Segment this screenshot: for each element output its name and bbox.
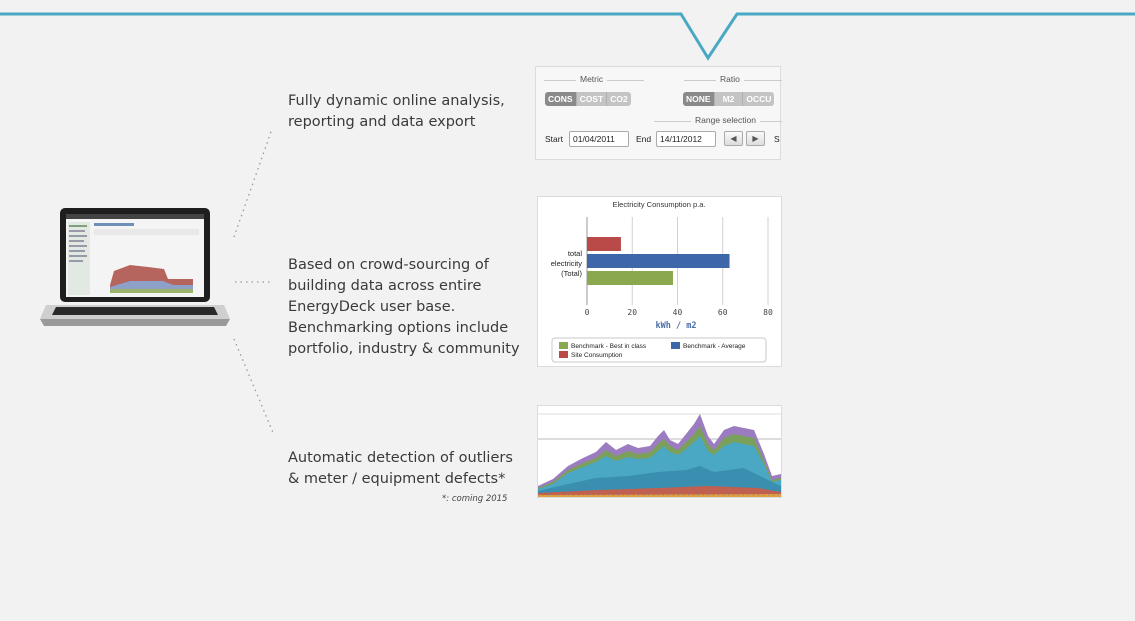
triangle-left-icon: ◀ bbox=[730, 134, 737, 143]
dotted-connectors bbox=[233, 128, 275, 436]
legend-swatch-average bbox=[671, 342, 680, 349]
start-date-input[interactable]: 01/04/2011 bbox=[569, 131, 629, 147]
x-tick-label: 80 bbox=[763, 308, 773, 317]
outlier-stacked-area-panel bbox=[537, 405, 782, 498]
triangle-right-icon: ▶ bbox=[752, 134, 759, 143]
bar-benchmark-average bbox=[587, 254, 730, 268]
metric-label: Metric bbox=[576, 74, 608, 84]
bar-site-consumption bbox=[587, 237, 621, 251]
bar-benchmark-best-in-class bbox=[587, 271, 673, 285]
range-selection-label: Range selection bbox=[691, 115, 760, 125]
x-tick-label: 40 bbox=[673, 308, 683, 317]
x-tick-label: 0 bbox=[585, 308, 590, 317]
laptop-illustration bbox=[40, 208, 230, 326]
metric-toggle-group: CONS COST CO2 bbox=[545, 92, 631, 106]
benchmark-chart-panel: Electricity Consumption p.a. 0 20 40 60 80 t… bbox=[537, 196, 782, 367]
end-date-input[interactable]: 14/11/2012 bbox=[656, 131, 716, 147]
benchmark-bar-chart: Electricity Consumption p.a. 0 20 40 60 80 t… bbox=[551, 200, 773, 363]
legend-label-best: Benchmark - Best in class bbox=[571, 343, 647, 350]
feature-line: Automatic detection of outliers bbox=[288, 450, 513, 466]
metric-cost-button[interactable]: COST bbox=[576, 92, 608, 106]
legend-swatch-best bbox=[559, 342, 568, 349]
feature-benchmarking: Based on crowd-sourcing of building data… bbox=[288, 255, 520, 360]
feature-line: Based on crowd-sourcing of bbox=[288, 257, 489, 273]
x-tick-label: 20 bbox=[627, 308, 637, 317]
ratio-occu-button[interactable]: OCCU bbox=[743, 92, 775, 106]
range-next-button[interactable]: ▶ bbox=[746, 131, 765, 146]
x-tick-label: 60 bbox=[718, 308, 728, 317]
coming-soon-footnote: *: coming 2015 bbox=[442, 494, 508, 504]
stacked-area-chart bbox=[538, 413, 781, 497]
ratio-none-button[interactable]: NONE bbox=[683, 92, 715, 106]
metric-cons-button[interactable]: CONS bbox=[545, 92, 577, 106]
feature-line: building data across entire bbox=[288, 278, 482, 294]
feature-line: Benchmarking options include bbox=[288, 320, 509, 336]
feature-line: EnergyDeck user base. bbox=[288, 299, 456, 315]
range-prev-button[interactable]: ◀ bbox=[724, 131, 743, 146]
category-label-line: (Total) bbox=[561, 269, 582, 278]
ratio-m2-button[interactable]: M2 bbox=[714, 92, 744, 106]
legend-swatch-site bbox=[559, 351, 568, 358]
feature-line: reporting and data export bbox=[288, 114, 476, 130]
ratio-toggle-group: NONE M2 OCCU bbox=[683, 92, 775, 106]
feature-dynamic-analysis: Fully dynamic online analysis, reporting… bbox=[288, 91, 505, 133]
chart-title: Electricity Consumption p.a. bbox=[613, 200, 706, 209]
start-label: Start bbox=[545, 134, 563, 144]
metric-co2-button[interactable]: CO2 bbox=[607, 92, 631, 106]
top-accent-line bbox=[0, 12, 1135, 61]
end-label: End bbox=[636, 134, 652, 144]
legend-label-site: Site Consumption bbox=[571, 352, 623, 359]
truncated-label: S bbox=[774, 134, 780, 144]
feature-outlier-detection: Automatic detection of outliers & meter … bbox=[288, 448, 513, 490]
feature-line: Fully dynamic online analysis, bbox=[288, 93, 505, 109]
x-axis-label: kWh / m2 bbox=[656, 321, 697, 331]
ratio-label: Ratio bbox=[716, 74, 744, 84]
feature-line: portfolio, industry & community bbox=[288, 341, 520, 357]
category-label-line: total bbox=[568, 249, 583, 258]
feature-line: & meter / equipment defects* bbox=[288, 471, 506, 487]
analysis-controls-panel: Metric Ratio CONS COST CO2 NONE M2 OCCU … bbox=[535, 66, 782, 160]
category-label-line: electricity bbox=[551, 259, 583, 268]
legend-label-average: Benchmark - Average bbox=[683, 343, 746, 350]
